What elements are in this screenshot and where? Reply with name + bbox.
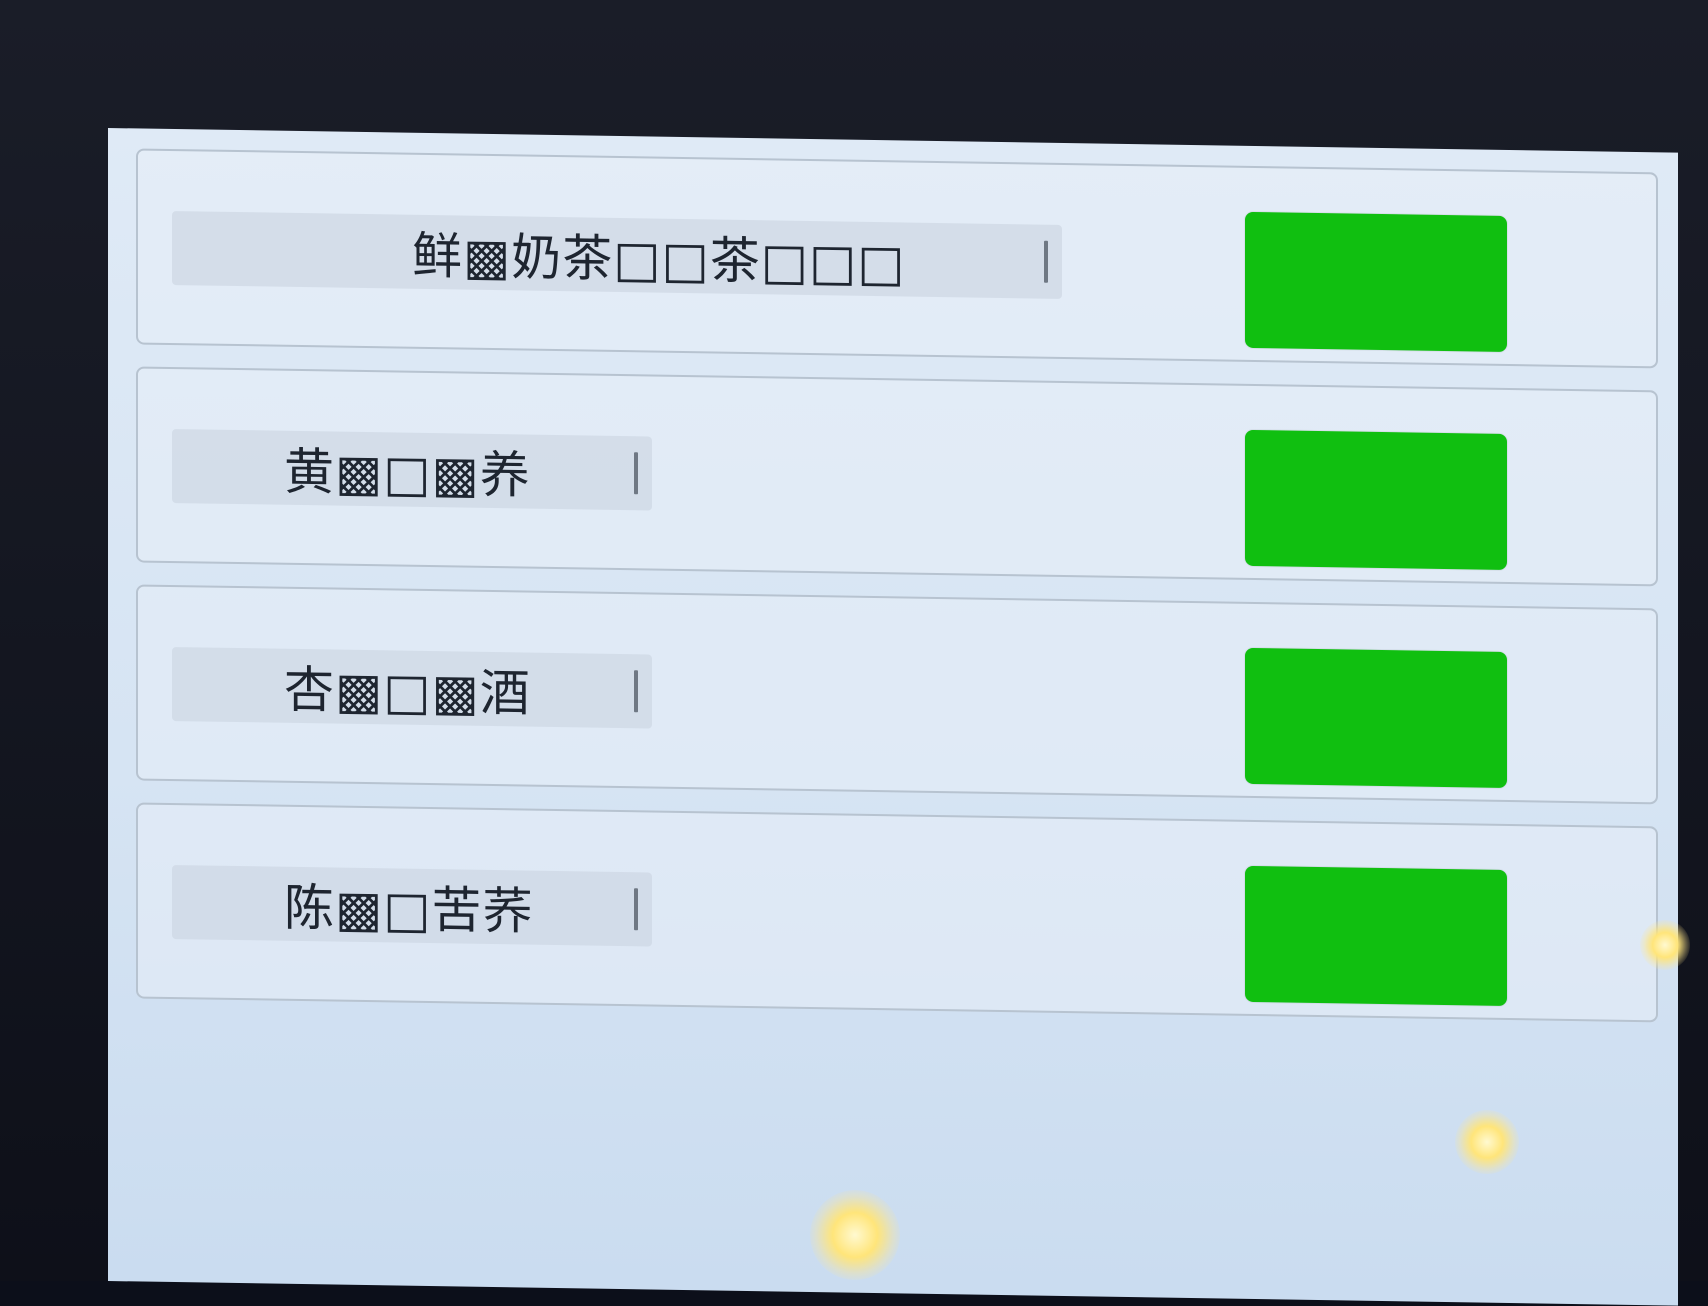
item-name-field[interactable]: 杏▩□▩酒 [172, 647, 652, 729]
list-item: 鲜▩奶茶□□茶□□□ [136, 148, 1658, 369]
item-name-field[interactable]: 鲜▩奶茶□□茶□□□ [172, 211, 1062, 299]
item-action-button[interactable] [1245, 647, 1507, 788]
item-name: 杏▩□▩酒 [284, 660, 531, 723]
light-glare [810, 1190, 900, 1280]
light-glare [1640, 920, 1690, 970]
text-cursor [634, 452, 638, 495]
item-name: 黄▩□▩养 [284, 442, 531, 505]
item-action-button[interactable] [1245, 429, 1507, 570]
item-name-field[interactable]: 陈▩□苦荞 [172, 865, 652, 947]
item-name: 鲜▩奶茶□□茶□□□ [412, 226, 906, 293]
text-cursor [1044, 240, 1048, 283]
screen: 鲜▩奶茶□□茶□□□ 黄▩□▩养 杏▩□▩酒 陈▩□苦荞 [108, 128, 1678, 1306]
light-glare [1455, 1110, 1519, 1174]
item-name: 陈▩□苦荞 [284, 878, 534, 941]
text-cursor [634, 670, 638, 713]
product-list: 鲜▩奶茶□□茶□□□ 黄▩□▩养 杏▩□▩酒 陈▩□苦荞 [136, 148, 1658, 1044]
item-action-button[interactable] [1245, 211, 1507, 352]
item-action-button[interactable] [1245, 865, 1507, 1006]
item-name-field[interactable]: 黄▩□▩养 [172, 429, 652, 511]
text-cursor [634, 888, 638, 931]
device-frame: 鲜▩奶茶□□茶□□□ 黄▩□▩养 杏▩□▩酒 陈▩□苦荞 [0, 0, 1708, 1306]
list-item: 黄▩□▩养 [136, 366, 1658, 587]
list-item: 陈▩□苦荞 [136, 802, 1658, 1023]
list-item: 杏▩□▩酒 [136, 584, 1658, 805]
